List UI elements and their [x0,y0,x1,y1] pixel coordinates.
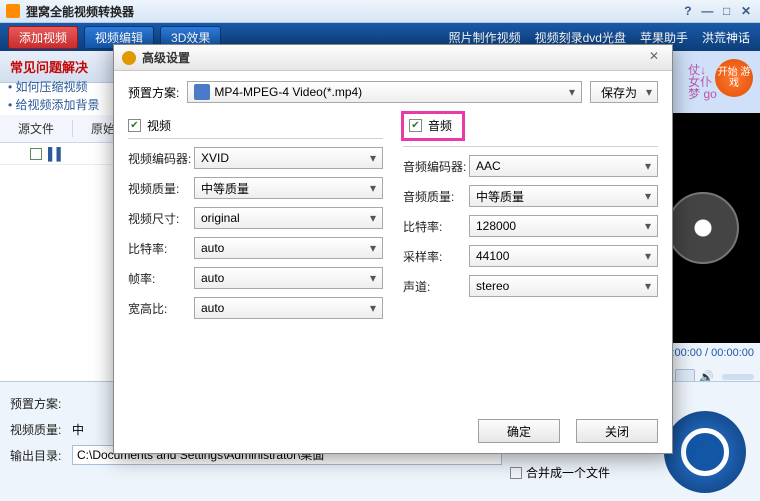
video-aspect-label: 宽高比: [128,300,194,317]
video-checkbox[interactable]: ✔ [128,119,141,132]
advanced-settings-dialog: 高级设置 ✕ 预置方案: MP4-MPEG-4 Video(*.mp4) 保存为… [113,44,673,454]
save-as-button[interactable]: 保存为 [590,81,658,103]
close-button[interactable]: ✕ [738,4,754,18]
video-encoder-select[interactable]: XVID [194,147,383,169]
convert-button[interactable] [664,411,746,493]
maximize-button[interactable]: □ [719,4,735,18]
audio-encoder-select[interactable]: AAC [469,155,658,177]
quality-label: 视频质量: [10,421,66,438]
faq-title: 常见问题解决 [10,57,88,76]
close-button[interactable]: 关闭 [576,419,658,443]
video-quality-label: 视频质量: [128,180,194,197]
toolbar-links: 照片制作视频 视频刻录dvd光盘 苹果助手 洪荒神话 [449,29,760,46]
audio-bitrate-select[interactable]: 128000 [469,215,658,237]
faq-item[interactable]: 给视频添加背景 [8,96,100,114]
preset-value: MP4-MPEG-4 Video(*.mp4) [214,85,362,99]
video-column: ✔ 视频 视频编码器:XVID 视频质量:中等质量 视频尺寸:original … [128,113,383,327]
video-size-select[interactable]: original [194,207,383,229]
app-title: 狸窝全能视频转换器 [26,3,134,20]
audio-channel-label: 声道: [403,278,469,295]
gear-icon [122,51,136,65]
add-video-button[interactable]: 添加视频 [8,26,78,49]
video-aspect-select[interactable]: auto [194,297,383,319]
faq-items: 如何压缩视频 给视频添加背景 [8,78,100,114]
audio-quality-label: 音频质量: [403,188,469,205]
window-controls: ? — □ ✕ [680,4,754,18]
help-button[interactable]: ? [680,4,696,18]
minimize-button[interactable]: — [699,4,715,18]
merge-checkbox[interactable] [510,467,522,479]
dialog-titlebar: 高级设置 ✕ [114,45,672,71]
link-game[interactable]: 洪荒神话 [702,29,750,46]
preset-label: 预置方案: [128,84,179,101]
output-label: 输出目录: [10,447,66,464]
video-bitrate-label: 比特率: [128,240,194,257]
audio-checkbox[interactable]: ✔ [409,119,422,132]
audio-header: 音频 [428,117,452,134]
link-apple[interactable]: 苹果助手 [640,29,688,46]
ad-play-button[interactable]: 开始 游戏 [715,59,753,97]
audio-column: ✔ 音频 音频编码器:AAC 音频质量:中等质量 比特率:128000 采样率:… [403,113,658,327]
row-checkbox[interactable] [30,148,42,160]
link-dvd-burn[interactable]: 视频刻录dvd光盘 [535,29,626,46]
preset-label: 预置方案: [10,395,66,412]
video-fps-select[interactable]: auto [194,267,383,289]
video-fps-label: 帧率: [128,270,194,287]
audio-bitrate-label: 比特率: [403,218,469,235]
dialog-close-button[interactable]: ✕ [644,49,664,67]
merge-label: 合并成一个文件 [526,464,610,481]
ok-button[interactable]: 确定 [478,419,560,443]
ad-text: 梦 go [688,88,717,100]
video-bitrate-select[interactable]: auto [194,237,383,259]
audio-sample-label: 采样率: [403,248,469,265]
link-photo-video[interactable]: 照片制作视频 [449,29,521,46]
audio-quality-select[interactable]: 中等质量 [469,185,658,207]
merge-checkbox-row[interactable]: 合并成一个文件 [510,464,610,481]
disc-icon [667,192,739,264]
faq-item[interactable]: 如何压缩视频 [8,78,100,96]
audio-sample-select[interactable]: 44100 [469,245,658,267]
quality-value: 中 [72,421,84,438]
app-icon [6,4,20,18]
audio-channel-select[interactable]: stereo [469,275,658,297]
dialog-title: 高级设置 [142,49,190,66]
row-file-icon: ▌▌ [48,147,65,161]
volume-slider[interactable] [722,374,754,380]
col-source[interactable]: 源文件 [0,120,73,137]
audio-encoder-label: 音频编码器: [403,158,469,175]
video-quality-select[interactable]: 中等质量 [194,177,383,199]
video-size-label: 视频尺寸: [128,210,194,227]
preset-dropdown[interactable]: MP4-MPEG-4 Video(*.mp4) [187,81,582,103]
mp4-icon [194,84,210,100]
video-header: 视频 [147,117,171,134]
window-titlebar: 狸窝全能视频转换器 ? — □ ✕ [0,0,760,23]
video-encoder-label: 视频编码器: [128,150,194,167]
